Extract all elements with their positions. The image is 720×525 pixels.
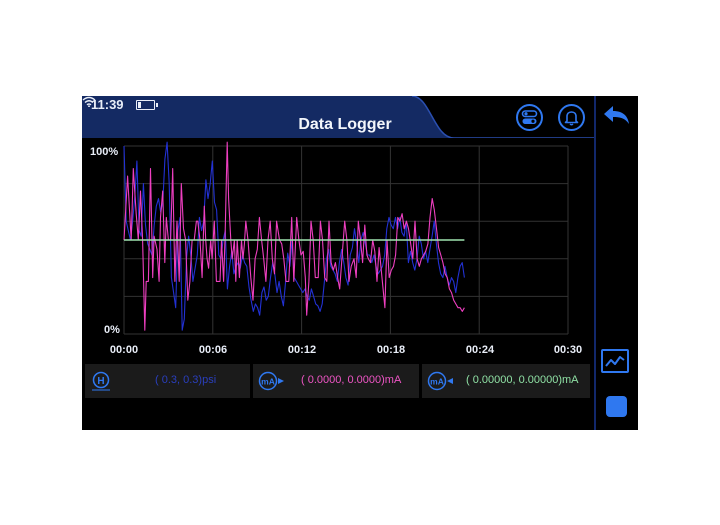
battery-level (138, 102, 141, 108)
x-tick-label: 00:06 (198, 344, 228, 356)
page-title: Data Logger (298, 116, 392, 133)
trend-chart-icon (605, 356, 625, 367)
bell-icon (564, 111, 579, 126)
alarm-button[interactable] (558, 104, 585, 131)
back-arrow-icon[interactable] (602, 104, 632, 126)
ma-input-value: ( 0.00000, 0.00000)mA (466, 374, 579, 386)
toggles-icon (521, 110, 538, 124)
ma-input-icon: mA (427, 371, 453, 391)
x-tick-label: 00:00 (109, 344, 139, 356)
ma-output-value: ( 0.0000, 0.0000)mA (301, 374, 402, 386)
wifi-icon (82, 96, 96, 107)
x-tick-label: 00:30 (553, 344, 583, 356)
svg-text:mA: mA (430, 377, 444, 387)
ma-input-readout[interactable]: mA ( 0.00000, 0.00000)mA (422, 364, 590, 398)
pressure-h-icon: H (92, 371, 110, 391)
series-line-1 (123, 141, 465, 331)
y-tick-label: 100% (90, 146, 119, 158)
right-sidebar (594, 96, 638, 430)
settings-toggle-button[interactable] (516, 104, 543, 131)
x-tick-label: 00:12 (287, 344, 317, 356)
stop-icon[interactable] (606, 396, 627, 417)
trend-chart-button[interactable] (601, 349, 629, 373)
ma-output-readout[interactable]: mA ( 0.0000, 0.0000)mA (253, 364, 419, 398)
line-chart (123, 141, 569, 335)
battery-icon (136, 100, 158, 110)
pressure-value: ( 0.3, 0.3)psi (155, 374, 217, 386)
battery-tip (156, 103, 158, 107)
device-screen: 11:39 Data Logger 100% 0% 00:00 00:06 00… (82, 96, 638, 430)
x-tick-label: 00:24 (465, 344, 495, 356)
readout-bar: H ( 0.3, 0.3)psi mA ( 0.0000, 0.0000)mA … (82, 364, 594, 398)
x-tick-label: 00:18 (376, 344, 406, 356)
y-tick-label: 0% (104, 324, 120, 336)
header-bar: 11:39 Data Logger (82, 96, 594, 138)
svg-text:H: H (97, 376, 104, 387)
svg-text:mA: mA (261, 377, 275, 387)
chart-area: 100% 0% 00:00 00:06 00:12 00:18 00:24 00… (82, 138, 594, 362)
ma-output-icon: mA (258, 371, 284, 391)
pressure-readout[interactable]: H ( 0.3, 0.3)psi (85, 364, 250, 398)
